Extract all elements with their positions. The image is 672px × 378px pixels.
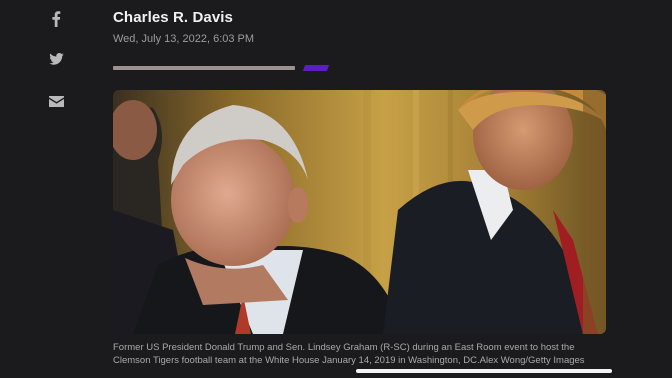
article-photo[interactable] — [113, 90, 606, 334]
facebook-share-button[interactable] — [40, 8, 72, 30]
email-share-button[interactable] — [40, 90, 72, 112]
photo-illustration — [113, 90, 606, 334]
email-icon — [48, 95, 64, 107]
photo-caption: Former US President Donald Trump and Sen… — [113, 342, 585, 366]
accent-mark — [302, 65, 330, 71]
author-name[interactable]: Charles R. Davis — [113, 9, 254, 26]
home-indicator[interactable] — [356, 369, 612, 373]
facebook-icon — [52, 11, 61, 27]
article-page: Charles R. Davis Wed, July 13, 2022, 6:0… — [0, 0, 672, 378]
twitter-icon — [48, 53, 64, 65]
divider-bar — [113, 66, 295, 70]
publish-timestamp: Wed, July 13, 2022, 6:03 PM — [113, 33, 255, 45]
twitter-share-button[interactable] — [40, 48, 72, 70]
byline: Charles R. Davis Wed, July 13, 2022, 6:0… — [113, 9, 254, 45]
